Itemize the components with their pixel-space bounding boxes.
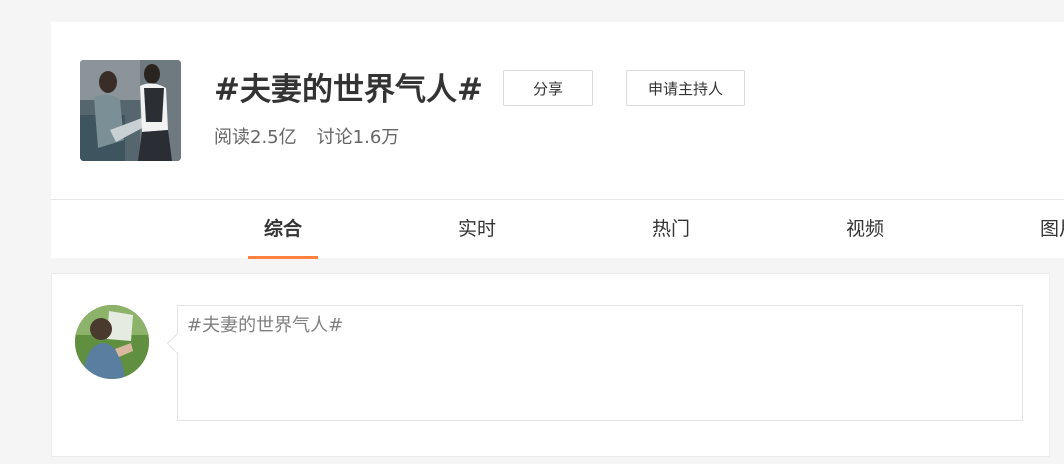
cover-drama-still [80,60,181,161]
topic-title: #夫妻的世界气人# [214,72,483,108]
tab-images[interactable]: 图片 [1004,200,1064,258]
compose-prefill: #夫妻的世界气人# [187,315,344,336]
tab-hot[interactable]: 热门 [616,200,726,258]
feed-tabs: 综合 实时 热门 视频 图片 [51,199,1064,259]
compose-textarea[interactable]: #夫妻的世界气人# [177,305,1023,421]
share-button[interactable]: 分享 [503,70,593,106]
user-avatar[interactable] [75,305,149,379]
post-composer: #夫妻的世界气人# [51,273,1050,457]
read-count: 阅读2.5亿 [214,127,297,148]
topic-cover-image[interactable] [80,60,181,161]
avatar-photo [75,305,149,379]
discussion-count: 讨论1.6万 [316,127,400,148]
topic-header: #夫妻的世界气人# 分享 申请主持人 阅读2.5亿 讨论1.6万 [51,22,1064,200]
tab-realtime[interactable]: 实时 [422,200,532,258]
tab-video[interactable]: 视频 [810,200,920,258]
apply-host-button[interactable]: 申请主持人 [626,70,745,106]
tab-comprehensive[interactable]: 综合 [228,200,338,259]
topic-stats: 阅读2.5亿 讨论1.6万 [214,124,399,152]
topic-header-card: #夫妻的世界气人# 分享 申请主持人 阅读2.5亿 讨论1.6万 综合 实时 热门… [51,22,1064,259]
